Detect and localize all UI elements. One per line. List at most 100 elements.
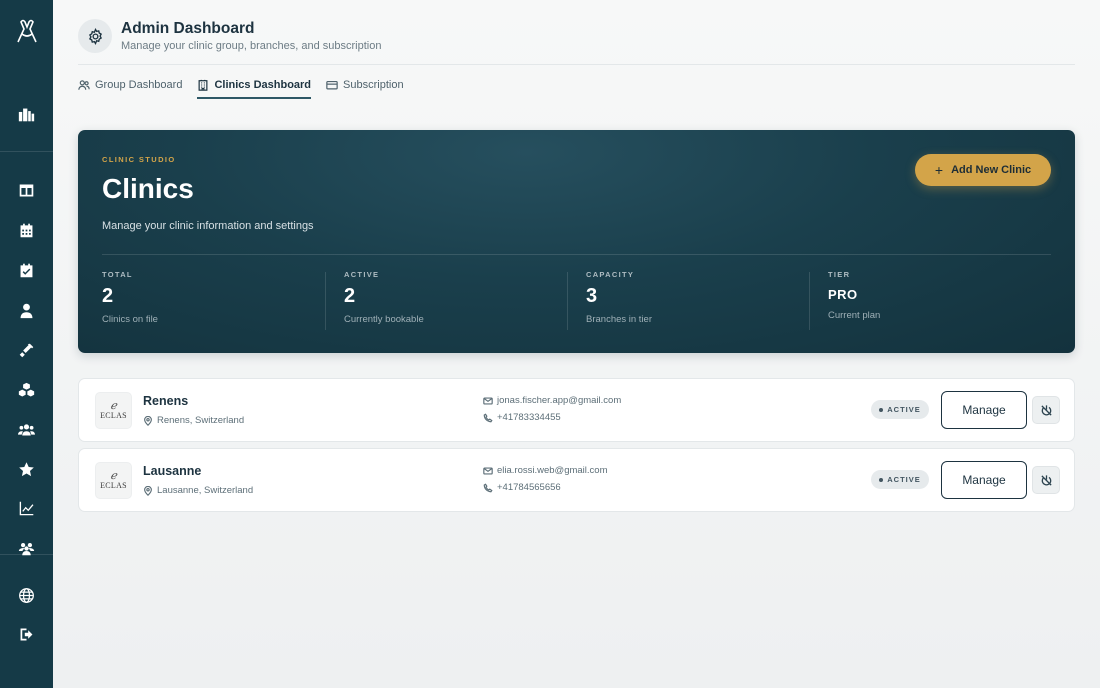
sidebar-divider xyxy=(0,554,53,555)
stat-label: TIER xyxy=(828,270,851,279)
clinic-phone: +41783334455 xyxy=(483,412,561,423)
users-group-icon[interactable] xyxy=(0,415,53,443)
phone-icon xyxy=(483,412,493,422)
mail-icon xyxy=(483,397,493,404)
power-off-icon xyxy=(1040,404,1052,416)
clinic-phone: +41784565656 xyxy=(483,482,561,493)
status-text: ACTIVE xyxy=(887,405,921,414)
gear-icon xyxy=(78,19,112,53)
clinic-name: Renens xyxy=(143,394,189,408)
stat-value: 3 xyxy=(586,285,598,307)
hero-title: Clinics xyxy=(102,173,194,204)
table-icon[interactable] xyxy=(0,176,53,204)
tab-group-dashboard[interactable]: Group Dashboard xyxy=(78,72,182,98)
stat-value: 2 xyxy=(102,285,114,307)
logo-mark-icon: ℯ xyxy=(110,469,117,482)
stat-label: TOTAL xyxy=(102,270,133,279)
clinic-location-text: Renens, Switzerland xyxy=(157,415,245,426)
mail-icon xyxy=(483,467,493,474)
clinic-logo-text: ECLAS xyxy=(100,481,127,490)
clinic-logo: ℯ ECLAS xyxy=(95,462,132,499)
tab-label: Group Dashboard xyxy=(95,79,183,91)
hero-divider xyxy=(102,254,1051,255)
team-icon[interactable] xyxy=(0,534,53,562)
stat-note: Branches in tier xyxy=(586,314,653,325)
globe-icon[interactable] xyxy=(0,581,53,609)
stat-divider xyxy=(325,272,326,330)
clinic-name: Lausanne xyxy=(143,464,202,478)
hero-description: Manage your clinic information and setti… xyxy=(102,220,314,232)
star-icon[interactable] xyxy=(0,455,53,483)
stat-note: Current plan xyxy=(828,310,881,321)
stat-label: ACTIVE xyxy=(344,270,380,279)
clinic-email-text: elia.rossi.web@gmail.com xyxy=(497,465,608,476)
clinic-row: ℯ ECLAS Renens Renens, Switzerland jonas… xyxy=(78,378,1075,442)
logo-icon[interactable] xyxy=(0,16,53,46)
tab-clinics-dashboard[interactable]: Clinics Dashboard xyxy=(197,72,312,99)
logo-mark-icon: ℯ xyxy=(110,399,117,412)
stat-value: 2 xyxy=(344,285,356,307)
stat-value: PRO xyxy=(828,287,858,302)
stat-divider xyxy=(809,272,810,330)
tab-subscription[interactable]: Subscription xyxy=(326,72,404,98)
clinics-hero-card: CLINIC STUDIO Clinics Manage your clinic… xyxy=(78,130,1075,353)
stat-tier: TIER PRO Current plan xyxy=(828,270,1048,330)
clinic-row: ℯ ECLAS Lausanne Lausanne, Switzerland e… xyxy=(78,448,1075,512)
map-pin-icon xyxy=(144,485,152,496)
hero-eyebrow: CLINIC STUDIO xyxy=(102,155,176,164)
building-icon xyxy=(198,79,208,91)
clinic-logo: ℯ ECLAS xyxy=(95,392,132,429)
clinic-phone-text: +41784565656 xyxy=(497,482,561,493)
calendar-icon[interactable] xyxy=(0,216,53,244)
stat-label: CAPACITY xyxy=(586,270,635,279)
tab-label: Clinics Dashboard xyxy=(214,79,312,91)
cubes-icon[interactable] xyxy=(0,376,53,404)
logout-icon[interactable] xyxy=(0,620,53,648)
plus-icon: + xyxy=(934,162,944,178)
clinic-location-text: Lausanne, Switzerland xyxy=(157,485,254,496)
manage-button[interactable]: Manage xyxy=(941,391,1027,429)
deactivate-button[interactable] xyxy=(1032,396,1060,424)
syringe-icon[interactable] xyxy=(0,336,53,364)
page-title: Admin Dashboard xyxy=(121,19,255,37)
sidebar-divider xyxy=(0,151,53,152)
clinic-location: Renens, Switzerland xyxy=(143,415,244,426)
sidebar xyxy=(0,0,53,688)
clinic-email: elia.rossi.web@gmail.com xyxy=(483,465,607,476)
header-divider xyxy=(78,64,1075,65)
clinic-logo-text: ECLAS xyxy=(100,411,127,420)
page-subtitle: Manage your clinic group, branches, and … xyxy=(121,39,382,52)
stat-active: ACTIVE 2 Currently bookable xyxy=(344,270,564,330)
power-off-icon xyxy=(1040,474,1052,486)
clinic-email: jonas.fischer.app@gmail.com xyxy=(483,395,621,406)
city-icon[interactable] xyxy=(0,100,53,128)
clinic-email-text: jonas.fischer.app@gmail.com xyxy=(497,395,622,406)
status-text: ACTIVE xyxy=(887,475,921,484)
chart-line-icon[interactable] xyxy=(0,494,53,522)
add-new-clinic-label: Add New Clinic xyxy=(951,164,1032,176)
phone-icon xyxy=(483,482,493,492)
stat-divider xyxy=(567,272,568,330)
status-dot xyxy=(879,407,884,412)
stat-note: Currently bookable xyxy=(344,314,424,325)
map-pin-icon xyxy=(144,415,152,426)
calendar-check-icon[interactable] xyxy=(0,256,53,284)
status-dot xyxy=(879,477,884,482)
tab-label: Subscription xyxy=(343,79,404,91)
stat-note: Clinics on file xyxy=(102,314,158,325)
title-block: Admin Dashboard Manage your clinic group… xyxy=(121,20,381,53)
deactivate-button[interactable] xyxy=(1032,466,1060,494)
credit-card-icon xyxy=(326,80,338,90)
manage-button[interactable]: Manage xyxy=(941,461,1027,499)
stat-total: TOTAL 2 Clinics on file xyxy=(102,270,322,330)
doctor-icon[interactable] xyxy=(0,296,53,324)
tab-bar: Group Dashboard Clinics Dashboard Subscr… xyxy=(78,72,419,99)
page-header: Admin Dashboard Manage your clinic group… xyxy=(78,18,381,54)
users-icon xyxy=(78,80,90,90)
clinic-location: Lausanne, Switzerland xyxy=(143,485,253,496)
stat-capacity: CAPACITY 3 Branches in tier xyxy=(586,270,806,330)
add-new-clinic-button[interactable]: + Add New Clinic xyxy=(915,154,1051,186)
clinic-phone-text: +41783334455 xyxy=(497,412,561,423)
status-badge: ACTIVE xyxy=(871,400,929,419)
status-badge: ACTIVE xyxy=(871,470,929,489)
